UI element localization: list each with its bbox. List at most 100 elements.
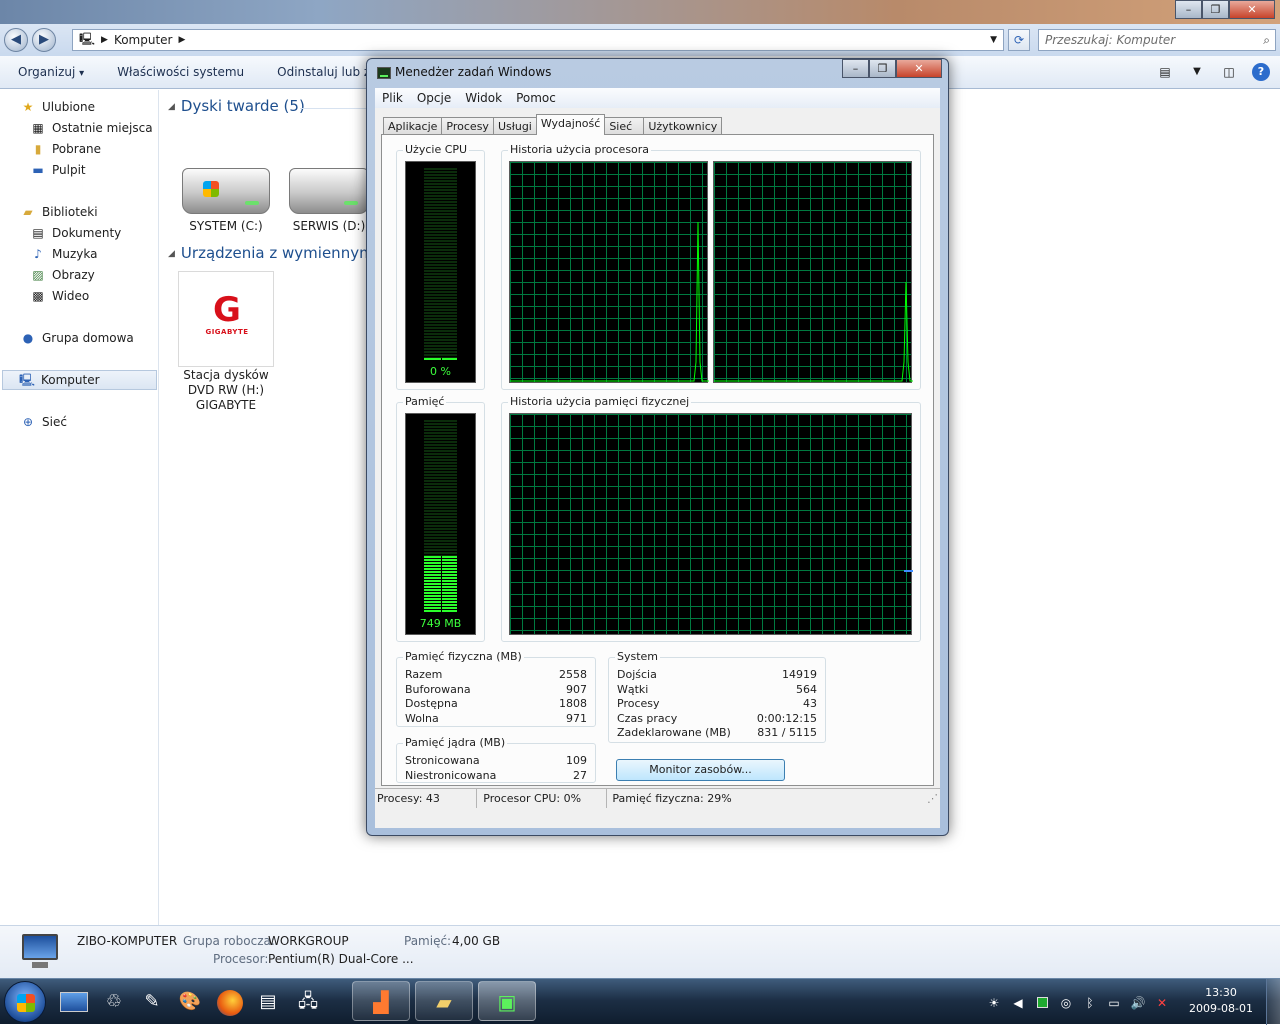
maximize-button[interactable]: ❐	[1202, 0, 1229, 19]
paint-icon[interactable]: 🎨	[174, 986, 206, 1018]
nav-label: Pobrane	[52, 142, 102, 156]
menu-help[interactable]: Pomoc	[509, 91, 563, 105]
nav-item-libraries[interactable]: ▰ Biblioteki	[20, 202, 98, 222]
explorer-titlebar[interactable]: – ❐ ✕	[0, 0, 1280, 24]
tray-volume-icon[interactable]: 🔊	[1130, 995, 1146, 1011]
nav-item-homegroup[interactable]: ● Grupa domowa	[20, 328, 134, 348]
resize-grip-icon[interactable]: ⋰	[925, 789, 940, 808]
nav-item-video[interactable]: ▩ Wideo	[30, 286, 89, 306]
taskbar-item-explorer[interactable]: ▰	[415, 981, 473, 1021]
downloads-folder-icon: ▮	[34, 142, 42, 156]
tm-close-button[interactable]: ✕	[896, 59, 942, 78]
tm-minimize-button[interactable]: –	[842, 59, 869, 78]
address-row: ◀ ▶ 🖳 ▶ Komputer ▶ ▼ ⟳ Przeszukaj: Kompu…	[0, 24, 1280, 56]
tab-performance[interactable]: Wydajność	[535, 114, 606, 135]
memory-label: Pamięć:	[404, 934, 452, 948]
presentation-app-icon: ▟	[373, 990, 389, 1014]
firefox-icon[interactable]	[214, 986, 246, 1018]
group-divider	[300, 108, 370, 109]
address-path[interactable]: Komputer	[114, 33, 173, 47]
chevron-right-icon[interactable]: ▶	[178, 35, 185, 45]
tray-green-square-icon[interactable]	[1034, 995, 1050, 1011]
tm-maximize-button[interactable]: ❐	[869, 59, 896, 78]
organize-button[interactable]: Organizuj ▾	[0, 65, 99, 79]
tab-processes[interactable]: Procesy	[441, 117, 494, 135]
address-bar[interactable]: 🖳 ▶ Komputer ▶ ▼	[72, 29, 1004, 51]
nav-item-recent[interactable]: ▦ Ostatnie miejsca	[30, 118, 152, 138]
chevron-right-icon: ▶	[101, 35, 108, 45]
group-header-removable[interactable]: ◢ Urządzenia z wymiennymi n	[168, 244, 392, 262]
close-button[interactable]: ✕	[1229, 0, 1275, 19]
preview-pane-icon[interactable]: ◫	[1220, 63, 1238, 81]
tab-applications[interactable]: Aplikacje	[383, 117, 443, 135]
libraries-icon: ▰	[23, 205, 33, 219]
view-options-icon[interactable]: ▤	[1156, 63, 1174, 81]
nav-item-network[interactable]: ⊕ Sieć	[20, 412, 67, 432]
dvd-drive-label[interactable]: Stacja dysków DVD RW (H:) GIGABYTE	[170, 368, 282, 413]
system-title: System	[615, 650, 661, 663]
tray-speaker-icon[interactable]: ◀	[1010, 995, 1026, 1011]
taskbar-item-presentation[interactable]: ▟	[352, 981, 410, 1021]
hard-drive-icon	[289, 168, 369, 214]
notepad-icon[interactable]: ✎	[136, 986, 168, 1018]
recycle-bin-icon[interactable]: ♲	[98, 986, 130, 1018]
refresh-button[interactable]: ⟳	[1008, 29, 1030, 51]
gigabyte-wordmark: GIGABYTE	[205, 328, 249, 336]
drive-c[interactable]: SYSTEM (C:)	[178, 168, 274, 233]
menu-options[interactable]: Opcje	[410, 91, 458, 105]
chevron-down-icon[interactable]: ▼	[1188, 63, 1206, 81]
taskbar-clock[interactable]: 13:30 2009-08-01	[1186, 985, 1256, 1017]
minimize-button[interactable]: –	[1175, 0, 1202, 19]
tab-network[interactable]: Sieć	[604, 117, 645, 135]
forward-button[interactable]: ▶	[32, 28, 56, 52]
chevron-down-icon[interactable]: ▼	[990, 35, 997, 45]
back-button[interactable]: ◀	[4, 28, 28, 52]
desktop-icon: ▬	[32, 163, 44, 177]
tray-sun-icon[interactable]: ☀	[986, 995, 1002, 1011]
nav-item-desktop[interactable]: ▬ Pulpit	[30, 160, 85, 180]
tab-services[interactable]: Usługi	[492, 117, 537, 135]
cpu-usage-meter: 0 %	[405, 161, 476, 383]
tray-sync-icon[interactable]: ◎	[1058, 995, 1074, 1011]
nav-label: Biblioteki	[42, 205, 98, 219]
drive-d[interactable]: SERWIS (D:)	[288, 168, 370, 233]
menu-file[interactable]: Plik	[375, 91, 410, 105]
memory-title: Pamięć	[403, 395, 447, 408]
system-group: System Dojścia 14919 Wątki 564 Procesy 43 C…	[608, 650, 826, 743]
tm-tab-strip: Aplikacje Procesy Usługi Wydajność Sieć …	[383, 114, 723, 135]
document-viewer-icon[interactable]: ▤	[252, 986, 284, 1018]
show-desktop-button[interactable]	[1266, 979, 1280, 1025]
group-header-hard-disks[interactable]: ◢ Dyski twarde (5)	[168, 97, 305, 115]
tab-users[interactable]: Użytkownicy	[643, 117, 723, 135]
nav-item-downloads[interactable]: ▮ Pobrane	[30, 139, 101, 159]
taskbar-item-task-manager[interactable]: ▣	[478, 981, 536, 1021]
nav-item-music[interactable]: ♪ Muzyka	[30, 244, 97, 264]
system-properties-button[interactable]: Właściwości systemu	[99, 65, 259, 79]
memory-history-group: Historia użycia pamięci fizycznej	[501, 395, 921, 642]
recent-places-icon: ▦	[32, 121, 44, 135]
stat-row: Zadeklarowane (MB) 831 / 5115	[609, 726, 825, 740]
resource-monitor-button[interactable]: Monitor zasobów...	[616, 759, 785, 781]
stat-row: Procesy 43	[609, 697, 825, 711]
help-icon[interactable]: ?	[1252, 63, 1270, 81]
drive-label: SYSTEM (C:)	[189, 219, 263, 233]
nav-item-pictures[interactable]: ▨ Obrazy	[30, 265, 95, 285]
nav-item-computer[interactable]: 🖳 Komputer	[2, 370, 157, 390]
menu-view[interactable]: Widok	[458, 91, 509, 105]
status-processes: Procesy: 43	[375, 789, 478, 808]
dvd-drive-tile[interactable]: G GIGABYTE	[178, 271, 274, 367]
tray-bluetooth-icon[interactable]: ᛒ	[1082, 995, 1098, 1011]
memory-history-plot	[904, 570, 913, 572]
tray-network-error-icon[interactable]: ✕	[1154, 995, 1170, 1011]
desktop-shortcut-icon[interactable]	[58, 986, 90, 1018]
network-settings-icon[interactable]: 🖧	[292, 986, 324, 1018]
search-input[interactable]: Przeszukaj: Komputer ⌕	[1038, 29, 1276, 51]
tray-monitor-icon[interactable]: ▭	[1106, 995, 1122, 1011]
nav-item-documents[interactable]: ▤ Dokumenty	[30, 223, 121, 243]
cpu-history-graph-core1	[509, 161, 709, 383]
nav-label: Obrazy	[52, 268, 95, 282]
search-icon[interactable]: ⌕	[1263, 30, 1270, 50]
nav-item-favorites[interactable]: ★ Ulubione	[20, 97, 95, 117]
start-button[interactable]	[4, 981, 46, 1023]
stat-row: Razem 2558	[397, 668, 595, 682]
